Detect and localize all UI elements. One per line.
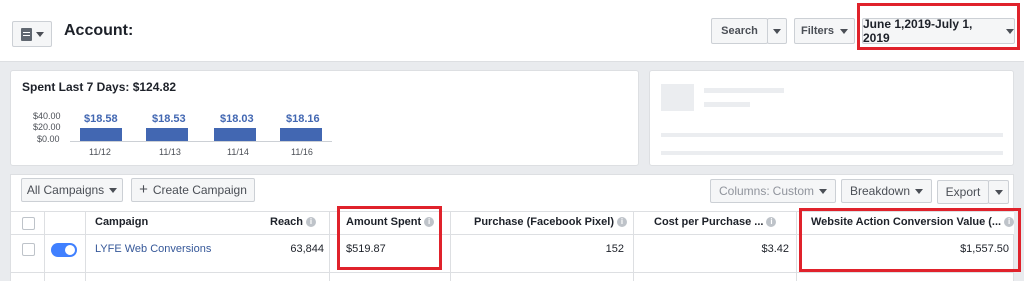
chevron-down-icon [773,28,781,34]
campaign-toggle[interactable] [51,243,77,257]
highlight-box-conversion-value [799,208,1021,272]
y-tick-label: $0.00 [37,134,60,144]
reach-cell: 63,844 [290,243,324,255]
cost-per-purchase-cell: $3.42 [761,243,789,255]
column-divider [633,211,634,281]
all-campaigns-label: All Campaigns [26,183,105,197]
info-icon[interactable]: i [617,217,627,228]
breakdown-label: Breakdown [849,184,911,198]
columns-label: Columns: [718,184,770,198]
search-dropdown-button[interactable] [767,18,787,44]
column-header-campaign[interactable]: Campaign [95,216,148,228]
info-icon[interactable]: i [766,217,777,228]
column-divider [796,211,797,281]
bar-value-label: $18.03 [220,113,254,125]
highlight-box-date [857,3,1020,50]
all-campaigns-dropdown[interactable]: All Campaigns [21,178,123,202]
placeholder-image [661,84,694,111]
chevron-down-icon [915,188,924,194]
page-title: Account: [64,22,134,39]
column-header-reach[interactable]: Reach i [270,216,317,228]
chart-baseline [70,141,332,142]
placeholder-line [704,102,750,107]
purchase-header-label: Purchase (Facebook Pixel) [474,216,614,228]
placeholder-line [704,88,784,93]
bar-date-label: 11/12 [89,147,111,157]
purchase-cell: 152 [605,243,624,255]
column-divider [450,211,451,281]
columns-value: Custom [772,184,815,198]
cost-per-purchase-header-label: Cost per Purchase ... [654,216,764,228]
chevron-down-icon [819,188,828,194]
chevron-down-icon [35,31,44,37]
chevron-down-icon [840,28,848,34]
row-divider [11,272,1014,273]
column-divider [85,211,86,281]
placeholder-line [661,133,1003,137]
column-divider [329,211,330,281]
bar-value-label: $18.53 [152,113,186,125]
chevron-down-icon [109,187,118,193]
campaign-name-link[interactable]: LYFE Web Conversions [95,243,211,255]
bar-value-label: $18.58 [84,113,118,125]
filters-button[interactable]: Filters [794,18,855,44]
bar-date-label: 11/16 [291,147,313,157]
spend-bar[interactable] [280,128,322,141]
create-campaign-label: Create Campaign [152,183,247,197]
column-header-cost-per-purchase[interactable]: Cost per Purchase ... i [654,216,777,228]
row-checkbox[interactable] [22,243,35,256]
placeholder-line [661,151,1003,155]
bar-date-label: 11/13 [159,147,181,157]
spend-bar[interactable] [80,128,122,141]
chevron-down-icon [994,189,1003,195]
create-campaign-button[interactable]: + Create Campaign [131,178,255,202]
spend-bar[interactable] [214,128,256,141]
spend-bar[interactable] [146,128,188,141]
y-tick-label: $40.00 [33,111,61,121]
search-button[interactable]: Search [711,18,768,44]
select-all-checkbox[interactable] [22,217,35,230]
document-icon [20,27,32,41]
filters-label: Filters [800,25,834,37]
breakdown-dropdown[interactable]: Breakdown [841,179,932,203]
column-divider [44,211,45,281]
info-icon[interactable]: i [306,217,317,228]
spent-title: Spent Last 7 Days: $124.82 [22,80,177,94]
bar-date-label: 11/14 [227,147,249,157]
columns-dropdown[interactable]: Columns: Custom [710,179,836,203]
export-dropdown-button[interactable] [988,180,1009,204]
plus-icon: + [139,181,148,198]
bar-value-label: $18.16 [286,113,320,125]
highlight-box-amount-spent [337,206,442,270]
export-button[interactable]: Export [937,180,989,204]
reach-header-label: Reach [270,216,304,228]
column-header-purchase[interactable]: Purchase (Facebook Pixel) i [474,216,627,228]
y-tick-label: $20.00 [33,122,61,132]
account-menu-button[interactable] [12,21,52,47]
